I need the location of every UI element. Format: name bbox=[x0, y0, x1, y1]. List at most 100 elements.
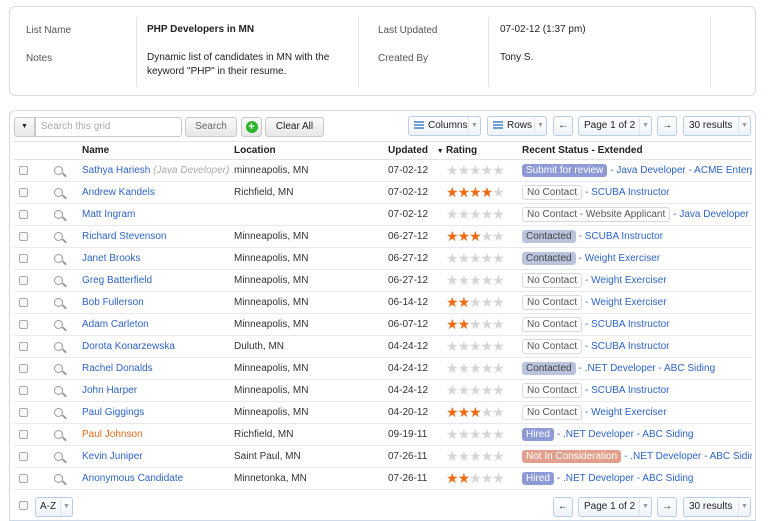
status-badge[interactable]: No Contact - Website Applicant bbox=[522, 207, 671, 222]
star-icon[interactable]: ★ bbox=[492, 404, 505, 420]
star-icon[interactable]: ★ bbox=[481, 206, 494, 222]
star-icon[interactable]: ★ bbox=[469, 338, 482, 354]
star-icon[interactable]: ★ bbox=[469, 206, 482, 222]
star-icon[interactable]: ★ bbox=[469, 250, 482, 266]
rows-dropdown[interactable]: Rows ▼ bbox=[487, 116, 547, 136]
select-all-checkbox[interactable] bbox=[19, 501, 28, 510]
search-icon[interactable] bbox=[54, 407, 63, 417]
rating-stars[interactable]: ★★★★★ bbox=[446, 357, 522, 380]
sort-select[interactable]: A-Z ▼ bbox=[35, 497, 73, 517]
status-extended-link[interactable]: - Java Developer - ACME Enterprises bbox=[610, 165, 752, 176]
column-header-updated[interactable]: Updated ▼ bbox=[388, 141, 446, 160]
star-icon[interactable]: ★ bbox=[492, 162, 505, 178]
star-icon[interactable]: ★ bbox=[446, 316, 459, 332]
column-header-name[interactable]: Name bbox=[82, 141, 234, 160]
star-icon[interactable]: ★ bbox=[458, 382, 471, 398]
row-checkbox[interactable] bbox=[19, 451, 28, 461]
table-row[interactable]: Anonymous Candidate Minnetonka, MN 07-26… bbox=[14, 467, 752, 490]
row-checkbox[interactable] bbox=[19, 253, 28, 263]
search-icon[interactable] bbox=[54, 275, 63, 285]
star-icon[interactable]: ★ bbox=[481, 162, 494, 178]
clear-all-button[interactable]: Clear All bbox=[265, 117, 324, 137]
star-icon[interactable]: ★ bbox=[446, 184, 459, 200]
candidate-name-link[interactable]: John Harper bbox=[82, 385, 137, 396]
status-badge[interactable]: No Contact bbox=[522, 339, 583, 354]
rating-stars[interactable]: ★★★★★ bbox=[446, 181, 522, 204]
status-badge[interactable]: Contacted bbox=[522, 252, 576, 265]
rating-stars[interactable]: ★★★★★ bbox=[446, 379, 522, 402]
star-icon[interactable]: ★ bbox=[446, 448, 459, 464]
status-badge[interactable]: No Contact bbox=[522, 295, 583, 310]
candidate-name-link[interactable]: Janet Brooks bbox=[82, 253, 140, 264]
star-icon[interactable]: ★ bbox=[481, 316, 494, 332]
table-row[interactable]: Matt Ingram 07-02-12 ★★★★★ No Contact - … bbox=[14, 203, 752, 226]
search-icon[interactable] bbox=[54, 187, 63, 197]
search-icon[interactable] bbox=[54, 429, 63, 439]
status-extended-link[interactable]: - .NET Developer - ABC Siding bbox=[579, 363, 716, 374]
star-icon[interactable]: ★ bbox=[469, 448, 482, 464]
star-icon[interactable]: ★ bbox=[446, 272, 459, 288]
candidate-name-link[interactable]: Greg Batterfield bbox=[82, 275, 152, 286]
candidate-name-link[interactable]: Sathya Hariesh bbox=[82, 165, 150, 176]
candidate-name-link[interactable]: Kevin Juniper bbox=[82, 451, 143, 462]
star-icon[interactable]: ★ bbox=[446, 360, 459, 376]
rating-stars[interactable]: ★★★★★ bbox=[446, 401, 522, 424]
table-row[interactable]: Andrew Kandels Richfield, MN 07-02-12 ★★… bbox=[14, 181, 752, 204]
row-checkbox[interactable] bbox=[19, 363, 28, 373]
footer-page-select[interactable]: Page 1 of 2 ▼ bbox=[578, 497, 652, 517]
star-icon[interactable]: ★ bbox=[492, 294, 505, 310]
star-icon[interactable]: ★ bbox=[458, 250, 471, 266]
status-extended-link[interactable]: - .NET Developer - ABC Siding bbox=[557, 473, 694, 484]
search-options-dropdown[interactable]: ▼ bbox=[14, 117, 35, 137]
table-row[interactable]: Bob Fullerson Minneapolis, MN 06-14-12 ★… bbox=[14, 291, 752, 314]
star-icon[interactable]: ★ bbox=[469, 426, 482, 442]
row-checkbox[interactable] bbox=[19, 407, 28, 417]
results-per-page-select[interactable]: 30 results ▼ bbox=[683, 116, 751, 136]
rating-stars[interactable]: ★★★★★ bbox=[446, 269, 522, 292]
star-icon[interactable]: ★ bbox=[458, 272, 471, 288]
search-icon[interactable] bbox=[54, 385, 63, 395]
table-row[interactable]: Paul Johnson Richfield, MN 09-19-11 ★★★★… bbox=[14, 423, 752, 446]
star-icon[interactable]: ★ bbox=[492, 448, 505, 464]
status-extended-link[interactable]: - Java Developer - ACME bbox=[673, 209, 752, 220]
search-icon[interactable] bbox=[54, 297, 63, 307]
star-icon[interactable]: ★ bbox=[481, 272, 494, 288]
candidate-name-link[interactable]: Anonymous Candidate bbox=[82, 473, 183, 484]
star-icon[interactable]: ★ bbox=[492, 184, 505, 200]
table-row[interactable]: Dorota Konarzewska Duluth, MN 04-24-12 ★… bbox=[14, 335, 752, 358]
star-icon[interactable]: ★ bbox=[446, 470, 459, 486]
search-icon[interactable] bbox=[54, 341, 63, 351]
search-icon[interactable] bbox=[54, 319, 63, 329]
row-checkbox[interactable] bbox=[19, 231, 28, 241]
rating-stars[interactable]: ★★★★★ bbox=[446, 159, 522, 182]
row-checkbox[interactable] bbox=[19, 473, 28, 483]
search-icon[interactable] bbox=[54, 231, 63, 241]
candidate-name-link[interactable]: Dorota Konarzewska bbox=[82, 341, 175, 352]
status-badge[interactable]: No Contact bbox=[522, 273, 583, 288]
add-button[interactable]: + bbox=[241, 117, 262, 137]
candidate-name-link[interactable]: Rachel Donalds bbox=[82, 363, 153, 374]
status-extended-link[interactable]: - SCUBA Instructor bbox=[585, 341, 669, 352]
table-row[interactable]: Sathya Hariesh (Java Developer) minneapo… bbox=[14, 159, 752, 182]
next-page-button[interactable]: → bbox=[657, 116, 677, 136]
status-extended-link[interactable]: - SCUBA Instructor bbox=[579, 231, 663, 242]
footer-results-select[interactable]: 30 results ▼ bbox=[683, 497, 751, 517]
row-checkbox[interactable] bbox=[19, 297, 28, 307]
status-badge[interactable]: Hired bbox=[522, 472, 554, 485]
search-button[interactable]: Search bbox=[185, 117, 237, 137]
status-badge[interactable]: No Contact bbox=[522, 185, 583, 200]
star-icon[interactable]: ★ bbox=[469, 294, 482, 310]
candidate-name-link[interactable]: Adam Carleton bbox=[82, 319, 149, 330]
rating-stars[interactable]: ★★★★★ bbox=[446, 445, 522, 468]
star-icon[interactable]: ★ bbox=[458, 228, 471, 244]
star-icon[interactable]: ★ bbox=[492, 360, 505, 376]
table-row[interactable]: Janet Brooks Minneapolis, MN 06-27-12 ★★… bbox=[14, 247, 752, 270]
star-icon[interactable]: ★ bbox=[469, 184, 482, 200]
star-icon[interactable]: ★ bbox=[469, 382, 482, 398]
rating-stars[interactable]: ★★★★★ bbox=[446, 423, 522, 446]
star-icon[interactable]: ★ bbox=[458, 316, 471, 332]
star-icon[interactable]: ★ bbox=[492, 382, 505, 398]
search-icon[interactable] bbox=[54, 209, 63, 219]
status-badge[interactable]: Submit for review bbox=[522, 164, 608, 177]
star-icon[interactable]: ★ bbox=[492, 316, 505, 332]
